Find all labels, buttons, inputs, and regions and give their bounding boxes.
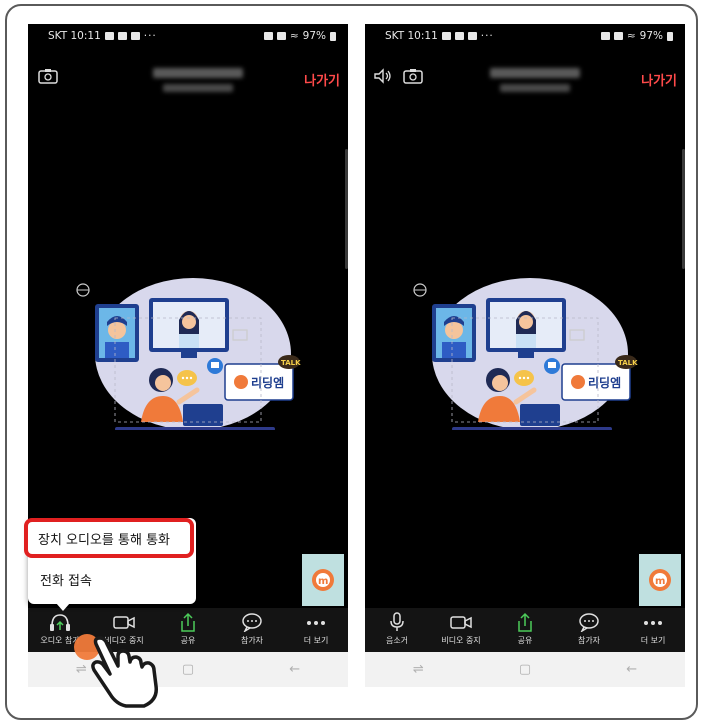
meeting-id-blurred (500, 84, 570, 92)
mail-icon (117, 32, 127, 40)
battery-icon (667, 31, 673, 41)
chat-bubble-icon (242, 613, 262, 632)
meeting-toolbar: 음소거 비디오 중지 공유 참가자 더 보기 (365, 608, 685, 652)
leave-button[interactable]: 나가기 (304, 70, 340, 89)
audio-options-popup: 장치 오디오를 통해 통화 전화 접속 (24, 518, 196, 611)
toolbar-label: 비디오 중지 (441, 636, 481, 645)
home-icon[interactable]: ▢ (510, 661, 540, 679)
notification-icon (104, 32, 114, 40)
dial-in-option[interactable]: 전화 접속 (40, 570, 92, 589)
android-nav-bar: ⇌ ▢ ← (28, 652, 348, 687)
battery-icon (330, 31, 336, 41)
android-nav-bar: ⇌ ▢ ← (365, 652, 685, 687)
stop-video-button[interactable]: 비디오 중지 (431, 608, 491, 646)
more-dots-icon (644, 621, 662, 625)
mail-icon (454, 32, 464, 40)
mute-button[interactable]: 음소거 (367, 608, 427, 646)
pointing-hand-icon (91, 636, 158, 708)
popup-pointer (56, 603, 70, 611)
meeting-illustration: 리딩엠 TALK (413, 278, 638, 430)
side-handle (345, 149, 348, 269)
svg-text:m: m (655, 576, 665, 587)
more-button[interactable]: 더 보기 (623, 608, 683, 646)
status-carrier-time: SKT 10:11 (385, 30, 438, 42)
switch-camera-icon[interactable] (38, 68, 58, 84)
more-notifications: ··· (480, 30, 494, 42)
toolbar-label: 더 보기 (303, 636, 329, 645)
lte-icon (276, 32, 286, 40)
svg-text:m: m (318, 576, 328, 587)
brand-logo-icon: m (649, 569, 671, 591)
home-icon[interactable]: ▢ (173, 661, 203, 679)
toolbar-label: 참가자 (240, 636, 264, 645)
status-carrier-time: SKT 10:11 (48, 30, 101, 42)
brand-logo-icon: m (312, 569, 334, 591)
meeting-title-blurred (490, 68, 580, 78)
mail-icon (130, 32, 140, 40)
notification-icon (441, 32, 451, 40)
toolbar-label: 참가자 (577, 636, 601, 645)
device-audio-call-option[interactable]: 장치 오디오를 통해 통화 (24, 518, 194, 558)
speaker-icon[interactable] (373, 68, 393, 84)
signal-icon: ≈ (289, 30, 299, 42)
alarm-icon (600, 32, 610, 40)
share-button[interactable]: 공유 (495, 608, 555, 646)
more-button[interactable]: 더 보기 (286, 608, 346, 646)
meeting-title-blurred (153, 68, 243, 78)
video-camera-icon (450, 616, 472, 629)
more-dots-icon (307, 621, 325, 625)
self-video-thumbnail[interactable]: m (302, 554, 344, 606)
meeting-id-blurred (163, 84, 233, 92)
talk-badge: TALK (281, 359, 301, 367)
share-icon (181, 612, 195, 632)
toolbar-label: 음소거 (385, 636, 409, 645)
alarm-icon (263, 32, 273, 40)
signal-icon: ≈ (626, 30, 636, 42)
switch-camera-icon[interactable] (403, 68, 423, 84)
status-bar: SKT 10:11 ··· ≈ 97% (365, 24, 685, 48)
brand-text: 리딩엠 (251, 375, 284, 390)
self-video-thumbnail[interactable]: m (639, 554, 681, 606)
more-notifications: ··· (143, 30, 157, 42)
recent-apps-icon[interactable]: ⇌ (403, 661, 433, 679)
participants-button[interactable]: 참가자 (559, 608, 619, 646)
battery-percent: 97% (302, 30, 326, 42)
toolbar-label: 공유 (180, 636, 196, 645)
leave-button[interactable]: 나가기 (641, 70, 677, 89)
back-icon[interactable]: ← (280, 661, 310, 679)
talk-badge: TALK (618, 359, 638, 367)
participants-button[interactable]: 참가자 (222, 608, 282, 646)
toolbar-label: 공유 (517, 636, 533, 645)
video-camera-icon (113, 616, 135, 629)
right-phone-screen: SKT 10:11 ··· ≈ 97% 나가기 리딩엠 TALK m 음소거 비… (365, 24, 685, 687)
brand-text: 리딩엠 (588, 375, 621, 390)
lte-icon (613, 32, 623, 40)
toolbar-label: 더 보기 (640, 636, 666, 645)
microphone-icon (390, 612, 404, 631)
headphones-icon (50, 614, 70, 631)
side-handle (682, 149, 685, 269)
back-icon[interactable]: ← (617, 661, 647, 679)
mail-icon (467, 32, 477, 40)
status-bar: SKT 10:11 ··· ≈ 97% (28, 24, 348, 48)
share-icon (518, 612, 532, 632)
battery-percent: 97% (639, 30, 663, 42)
chat-bubble-icon (579, 613, 599, 632)
meeting-illustration: 리딩엠 TALK (76, 278, 301, 430)
